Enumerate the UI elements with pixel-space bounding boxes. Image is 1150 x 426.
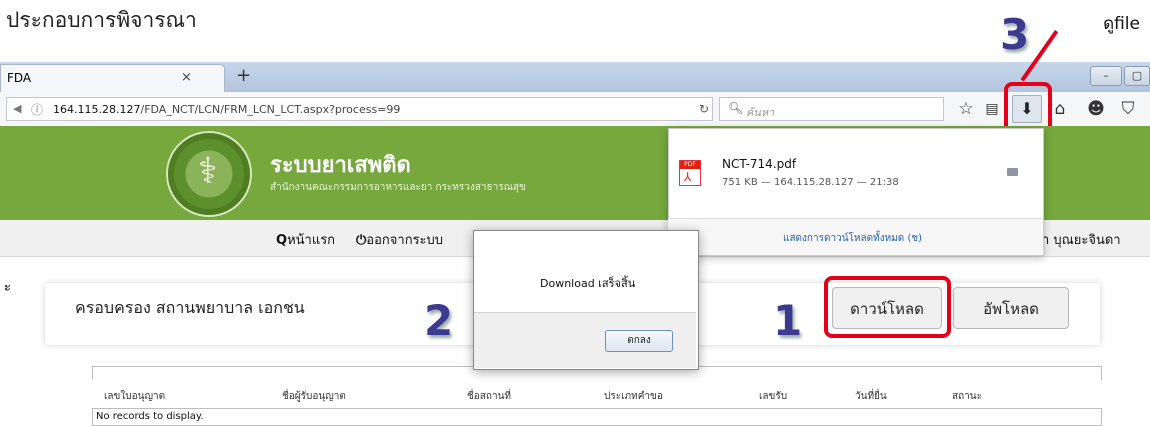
reload-icon[interactable]: ↻ (699, 102, 709, 116)
step-number-2: 2 (424, 296, 454, 345)
step-number-1: 1 (773, 296, 803, 345)
acrobat-icon: ⅄ (684, 170, 692, 184)
caduceus-icon: ⚕ (198, 151, 218, 192)
smiley-icon[interactable]: ☻ (1086, 99, 1106, 119)
search-placeholder: ค้นหา (746, 106, 775, 119)
reading-list-icon[interactable]: ▤ (982, 101, 1002, 117)
user-name: า บุณยะจินดา (1042, 233, 1121, 248)
download-file-meta: 751 KB — 164.115.28.127 — 21:38 (722, 177, 899, 188)
tab-close-icon[interactable]: × (181, 70, 192, 85)
power-icon: ⏻ (356, 233, 367, 248)
side-mark: ะ (4, 280, 11, 295)
browser-tab[interactable]: FDA × (0, 64, 225, 92)
pdf-file-icon: PDF ⅄ (679, 160, 701, 186)
home-icon[interactable]: ⌂ (1050, 99, 1070, 119)
minimize-button[interactable]: – (1090, 66, 1122, 86)
step-number-3: 3 (1000, 10, 1030, 59)
search-input[interactable]: 🔍︎ ค้นหา (719, 97, 944, 121)
card-title: ครอบครอง สถานพยาบาล เอกชน (75, 298, 305, 317)
grid-col-licensee[interactable]: ชื่อผู้รับอนุญาต (282, 389, 346, 404)
pocket-icon[interactable]: ⛉ (1118, 99, 1138, 119)
url-bar[interactable]: ◀ ⓘ 164.115.28.127/FDA_NCT/LCN/FRM_LCN_L… (6, 97, 713, 121)
grid-col-receipt-no[interactable]: เลขรับ (759, 389, 787, 404)
grid-col-submit-date[interactable]: วันที่ยื่น (855, 389, 887, 404)
dialog-ok-button[interactable]: ตกลง (605, 330, 673, 352)
menu-logout-label: ออกจากระบบ (366, 233, 444, 248)
brand-title: ระบบยาเสพติด (270, 153, 411, 178)
show-all-downloads-link[interactable]: แสดงการดาวน์โหลดทั้งหมด (ช) (783, 231, 922, 246)
annotation-heading: ประกอบการพิจารณา (6, 8, 197, 32)
url-text: 164.115.28.127/FDA_NCT/LCN/FRM_LCN_LCT.a… (53, 103, 400, 116)
url-host: 164.115.28.127 (53, 103, 141, 116)
new-tab-button[interactable]: + (236, 65, 251, 86)
grid-col-license-no[interactable]: เลขใบอนุญาต (104, 389, 165, 404)
download-file-name[interactable]: NCT-714.pdf (722, 157, 796, 171)
url-path: /FDA_NCT/LCN/FRM_LCN_LCT.aspx?process=99 (140, 103, 401, 116)
open-folder-icon[interactable] (1007, 168, 1018, 176)
dialog-message: Download เสร็จสิ้น (540, 277, 636, 290)
grid-empty-text: No records to display. (96, 411, 204, 422)
search-icon: 🔍︎ (728, 101, 744, 115)
search-icon: Q (276, 233, 288, 248)
grid-header (92, 380, 1102, 409)
grid-col-place-name[interactable]: ชื่อสถานที่ (467, 389, 511, 404)
brand-subtitle: สำนักงานคณะกรรมการอาหารและยา กระทรวงสาธา… (270, 182, 526, 193)
menu-home[interactable]: Qหน้าแรก (276, 229, 335, 250)
grid-col-status[interactable]: สถานะ (952, 389, 982, 404)
pdf-badge: PDF (680, 161, 700, 169)
menu-logout[interactable]: ⏻ออกจากระบบ (356, 229, 443, 250)
tab-title: FDA (7, 71, 32, 85)
fda-seal-logo: ⚕ (166, 131, 252, 217)
maximize-button[interactable]: ▢ (1124, 66, 1150, 86)
highlight-download-button (824, 276, 951, 338)
star-icon[interactable]: ☆ (956, 99, 976, 119)
info-icon[interactable]: ⓘ (31, 101, 43, 118)
back-icon[interactable]: ◀ (13, 102, 21, 115)
upload-button[interactable]: อัพโหลด (953, 287, 1069, 329)
grid-col-request-type[interactable]: ประเภทคำขอ (604, 389, 663, 404)
view-file-label: ดูfile (1103, 14, 1140, 34)
menu-home-label: หน้าแรก (287, 233, 336, 248)
